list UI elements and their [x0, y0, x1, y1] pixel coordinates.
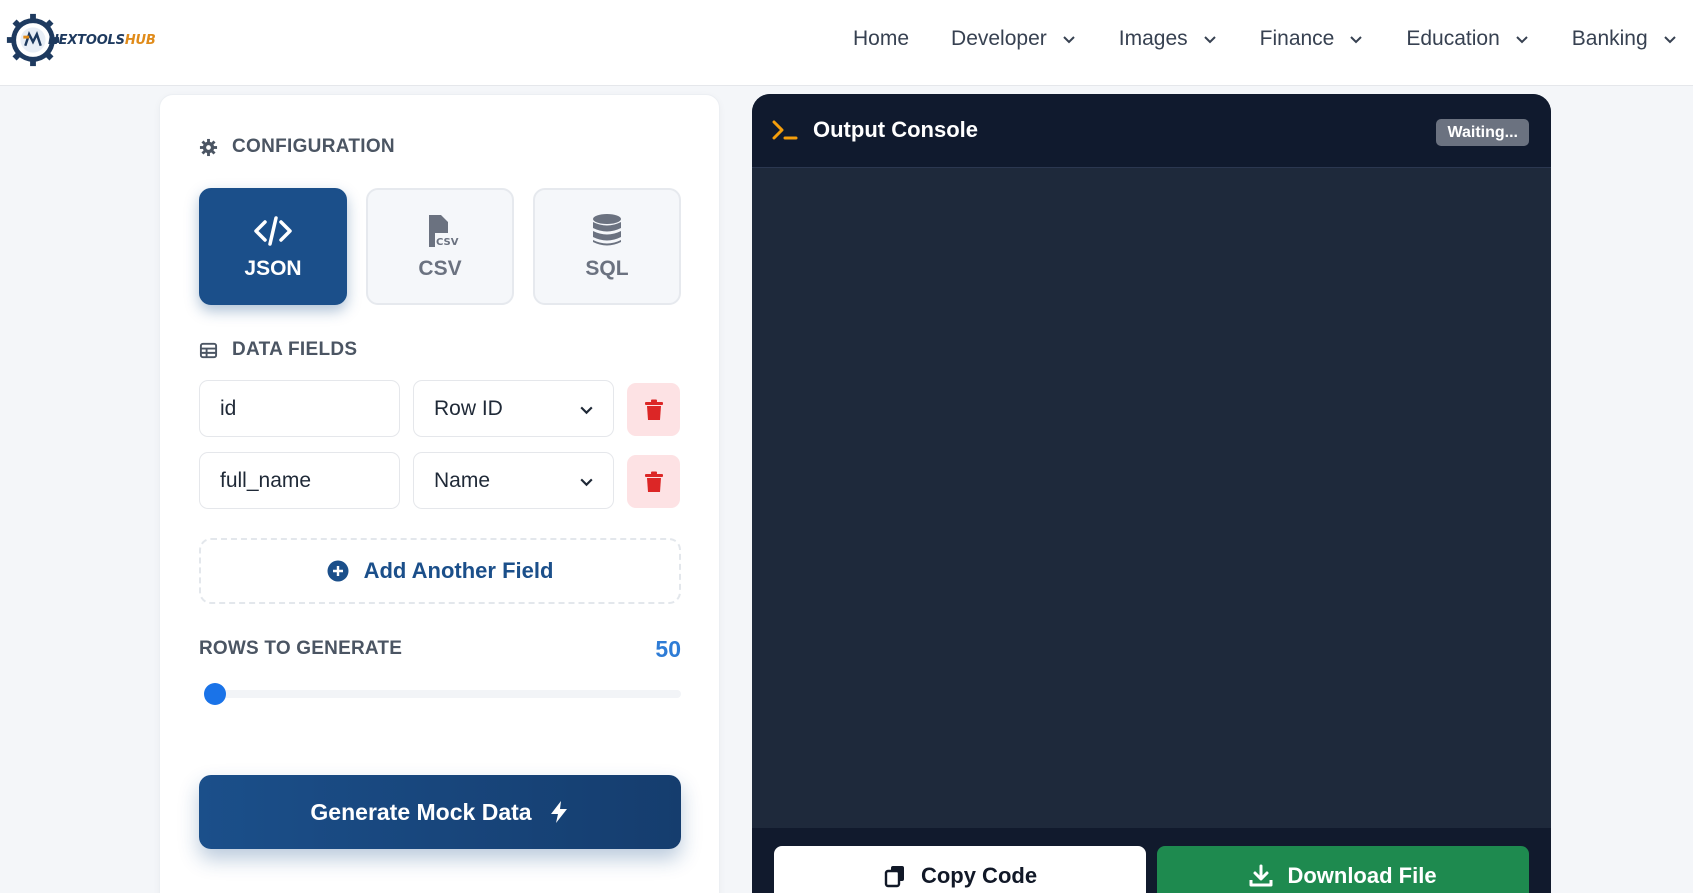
field-type-select[interactable]: Name [413, 452, 614, 509]
chevron-down-icon [1516, 36, 1528, 44]
console-header: Output Console Waiting... [752, 94, 1551, 168]
nav-education[interactable]: Education [1406, 24, 1529, 54]
data-fields-heading: DATA FIELDS [199, 339, 357, 361]
chevron-down-icon [580, 478, 593, 487]
download-file-label: Download File [1287, 863, 1437, 888]
table-icon [199, 342, 218, 358]
site-logo[interactable]: NEXTOOLSHUB [4, 10, 156, 70]
generate-button[interactable]: Generate Mock Data [199, 775, 681, 849]
field-name-input[interactable]: id [199, 380, 400, 437]
console-title: Output Console [772, 117, 978, 143]
trash-icon [644, 399, 663, 420]
rows-slider[interactable] [209, 690, 681, 698]
chevron-down-icon [580, 406, 593, 415]
add-field-label: Add Another Field [363, 558, 554, 583]
chevron-down-icon [1203, 36, 1216, 44]
code-icon [254, 215, 292, 246]
copy-code-label: Copy Code [920, 863, 1038, 888]
nav-banking-label: Banking [1571, 27, 1648, 50]
rows-slider-thumb[interactable] [203, 683, 226, 705]
site-header: NEXTOOLSHUB Home Developer Images Financ… [0, 0, 1693, 86]
rows-label: ROWS TO GENERATE [199, 638, 403, 659]
lightning-icon [550, 801, 567, 823]
field-name-value: full_name [220, 468, 312, 492]
nav-developer[interactable]: Developer [951, 24, 1077, 54]
rows-value: 50 [655, 636, 681, 662]
nav-finance[interactable]: Finance [1260, 24, 1365, 54]
plus-circle-icon [327, 560, 349, 582]
nav-finance-label: Finance [1259, 27, 1335, 50]
nav-banking[interactable]: Banking [1572, 24, 1678, 54]
download-file-button[interactable]: Download File [1157, 846, 1529, 893]
generate-label: Generate Mock Data [310, 798, 532, 825]
field-name-input[interactable]: full_name [199, 452, 400, 509]
logo-wordmark: NEXTOOLSHUB [48, 32, 156, 48]
csv-file-icon: CSV [429, 214, 459, 248]
data-fields-title: DATA FIELDS [232, 339, 358, 360]
nav-developer-label: Developer [951, 27, 1047, 50]
nav-home[interactable]: Home [853, 24, 909, 54]
chevron-down-icon [1063, 36, 1075, 44]
format-sql-label: SQL [585, 256, 629, 280]
nav-home-label: Home [853, 27, 910, 50]
chevron-down-icon [1663, 36, 1676, 44]
status-badge: Waiting... [1436, 119, 1529, 146]
svg-text:CSV: CSV [436, 237, 459, 248]
format-json-button[interactable]: JSON [199, 188, 347, 305]
field-type-value: Row ID [434, 396, 503, 420]
format-json-label: JSON [244, 256, 302, 280]
download-icon [1249, 864, 1273, 887]
format-csv-label: CSV [418, 256, 462, 280]
terminal-icon [772, 120, 798, 140]
field-type-value: Name [434, 468, 491, 492]
nav-images-label: Images [1118, 27, 1188, 50]
nav-education-label: Education [1406, 27, 1500, 50]
copy-icon [884, 866, 904, 888]
main-nav: Home Developer Images Finance Education … [853, 24, 1678, 54]
format-csv-button[interactable]: CSV CSV [366, 188, 514, 305]
trash-icon [644, 471, 663, 492]
console-title-label: Output Console [813, 117, 978, 142]
output-console: Output Console Waiting... Copy Code Down… [752, 94, 1551, 893]
delete-field-button[interactable] [627, 455, 680, 508]
nav-images[interactable]: Images [1119, 24, 1218, 54]
add-field-button[interactable]: Add Another Field [199, 538, 681, 604]
field-type-select[interactable]: Row ID [413, 380, 614, 437]
configuration-title: CONFIGURATION [232, 136, 395, 157]
chevron-down-icon [1350, 36, 1363, 44]
copy-code-button[interactable]: Copy Code [774, 846, 1146, 893]
gear-icon [199, 138, 218, 156]
format-sql-button[interactable]: SQL [533, 188, 681, 305]
delete-field-button[interactable] [627, 383, 680, 436]
configuration-heading: CONFIGURATION [199, 136, 395, 158]
field-name-value: id [220, 396, 237, 420]
database-icon [593, 213, 621, 245]
